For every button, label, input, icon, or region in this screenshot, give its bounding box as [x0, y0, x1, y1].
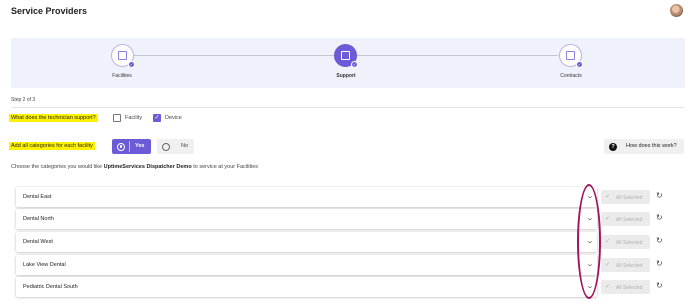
instructions-text: Choose the categories you would like Upt… — [11, 164, 259, 170]
support-question-label: What does the technician support? — [9, 114, 98, 122]
check-icon: ✓ — [576, 61, 583, 68]
check-icon: ✓ — [128, 61, 135, 68]
check-icon: ✓ — [605, 194, 611, 200]
facility-row[interactable]: Dental North ⌄ — [16, 209, 597, 229]
facility-name: Lake View Dental — [23, 262, 66, 268]
top-bar: Service Providers — [0, 0, 688, 24]
step-label-contracts: Contracts — [560, 73, 582, 79]
facility-row[interactable]: Dental East ⌄ — [16, 187, 597, 207]
radio-unselected-icon — [162, 142, 170, 151]
step-support[interactable]: ✓ — [334, 44, 358, 68]
refresh-icon[interactable]: ↻ — [656, 191, 663, 200]
facility-row[interactable]: Pediatric Dental South ⌄ — [16, 277, 597, 297]
yes-label: Yes — [135, 143, 145, 149]
divider — [11, 107, 685, 108]
yes-option-button[interactable]: Yes — [112, 139, 151, 154]
device-checkbox[interactable]: ✓ — [153, 114, 161, 122]
step-contracts[interactable]: ✓ — [559, 44, 583, 68]
facility-checkbox[interactable] — [113, 114, 121, 122]
all-selected-button[interactable]: ✓ All Selected — [601, 258, 650, 272]
facility-name: Pediatric Dental South — [23, 284, 78, 290]
how-does-this-work-button[interactable]: ? How does this work? — [604, 139, 684, 154]
check-icon: ✓ — [605, 284, 611, 290]
facility-name: Dental East — [23, 194, 52, 200]
check-icon: ✓ — [351, 61, 358, 68]
refresh-icon[interactable]: ↻ — [656, 236, 663, 245]
check-icon: ✓ — [605, 239, 611, 245]
refresh-icon[interactable]: ↻ — [656, 259, 663, 268]
all-selected-button[interactable]: ✓ All Selected — [601, 235, 650, 249]
refresh-icon[interactable]: ↻ — [656, 281, 663, 290]
stepper-connector — [357, 55, 558, 56]
step-label-facilities: Facilities — [112, 73, 132, 79]
facility-checkbox-label[interactable]: Facility — [125, 115, 142, 121]
step-count: Step 2 of 3 — [11, 97, 36, 103]
refresh-icon[interactable]: ↻ — [656, 213, 663, 222]
help-label: How does this work? — [626, 143, 677, 149]
all-selected-button[interactable]: ✓ All Selected — [601, 212, 650, 226]
no-label: No — [181, 143, 189, 149]
progress-stepper: ✓ Facilities ✓ Support ✓ Contracts — [11, 38, 685, 88]
step-facilities[interactable]: ✓ — [111, 44, 135, 68]
stepper-connector — [134, 55, 345, 56]
building-icon — [118, 51, 127, 60]
check-icon: ✓ — [605, 262, 611, 268]
facility-name: Dental West — [23, 239, 53, 245]
no-option-button[interactable]: No — [157, 139, 194, 154]
facility-row[interactable]: Dental West ⌄ — [16, 232, 597, 252]
question-circle-icon: ? — [609, 142, 617, 151]
check-icon: ✓ — [605, 216, 611, 222]
categories-question-label: Add all categories for each facility — [9, 142, 95, 150]
gear-icon — [341, 51, 350, 60]
all-selected-button[interactable]: ✓ All Selected — [601, 190, 650, 204]
document-icon — [566, 51, 575, 60]
user-avatar[interactable] — [670, 4, 683, 17]
radio-selected-icon — [117, 142, 125, 151]
facility-row[interactable]: Lake View Dental ⌄ — [16, 255, 597, 275]
facility-name: Dental North — [23, 216, 54, 222]
step-label-support: Support — [336, 73, 356, 79]
annotation-oval — [577, 184, 601, 299]
all-selected-button[interactable]: ✓ All Selected — [601, 280, 650, 294]
device-checkbox-label[interactable]: Device — [165, 115, 182, 121]
page-title: Service Providers — [11, 6, 88, 16]
